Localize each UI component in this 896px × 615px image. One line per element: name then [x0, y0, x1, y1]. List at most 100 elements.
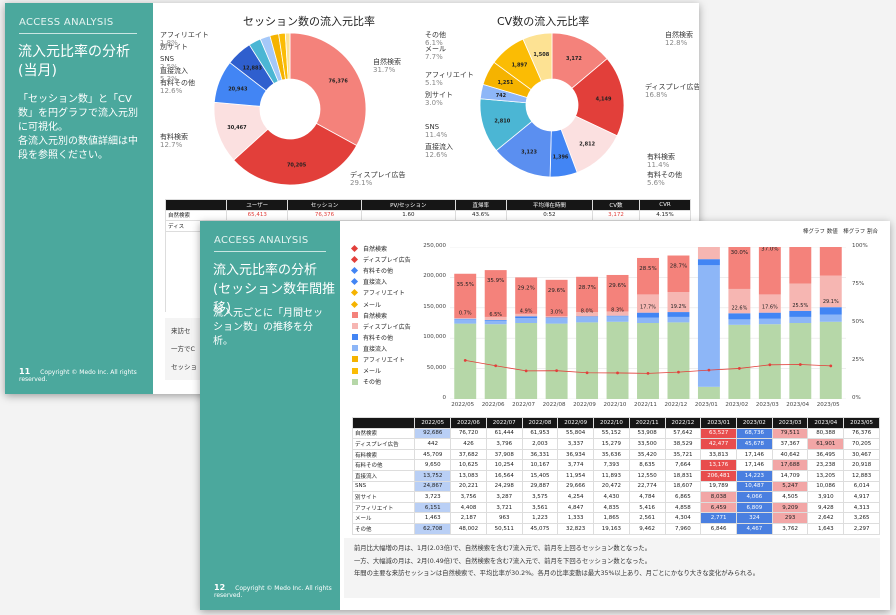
- sessions-stacked-bar-chart: 35.5% 0.7% 35.9% 6.5% 29.2% 4.9% 29.6% 3.0% 28.7…: [450, 247, 846, 399]
- x-tick-label: 2022/08: [542, 402, 566, 408]
- legend-item[interactable]: 直接流入: [352, 343, 411, 354]
- table-cell: 11,954: [557, 469, 595, 482]
- bar-percent-label: 28.5%: [639, 266, 656, 272]
- bar-percent-label: 4.9%: [520, 308, 533, 314]
- copyright: Copyright © Medo Inc. All rights reserve…: [214, 585, 332, 599]
- pie-callout: アフィリエイト 5.1%: [425, 71, 474, 87]
- legend-swatch-icon: [350, 256, 359, 264]
- table-cell: 自然検索: [164, 209, 228, 222]
- table-cell: 6,809: [735, 501, 773, 514]
- pie-callout: 直接流入 12.6%: [425, 143, 453, 159]
- table-header-row: 2022/05 2022/06 2022/07 2022/08 2022/09 2022/…: [351, 417, 880, 429]
- table-cell: 35,636: [593, 448, 630, 461]
- table-cell: 45,075: [521, 522, 559, 535]
- callout-name: SNS: [425, 123, 440, 131]
- bar-segment: [637, 312, 659, 318]
- table-header-cell: [351, 417, 416, 429]
- pie-callout: 有料検索 12.7%: [160, 133, 188, 149]
- table-cell: 32,823: [557, 522, 595, 535]
- callout-percent: 29.1%: [350, 179, 373, 187]
- legend-swatch-icon: [352, 334, 358, 341]
- pie-callout: 有料検索 11.4%: [647, 153, 675, 169]
- chart-title-sessions: セッション数の流入元比率: [243, 15, 375, 28]
- table-cell: 17,146: [735, 459, 773, 471]
- callout-percent: 16.8%: [645, 91, 668, 99]
- legend-item[interactable]: 自然検索: [352, 310, 411, 321]
- bar-percent-label: 28.7%: [578, 285, 595, 291]
- table-cell: 3,910: [807, 491, 845, 503]
- table-cell: 17,688: [771, 459, 809, 471]
- bar-segment: [545, 323, 568, 399]
- table-cell: 55,152: [593, 427, 630, 440]
- pie-callout: 自然検索 31.7%: [373, 58, 401, 74]
- table-cell: 5,247: [771, 480, 809, 493]
- bar-percent-label: 35.5%: [456, 282, 473, 288]
- legend-item[interactable]: 直接流入: [350, 276, 411, 287]
- bar-segment: [728, 324, 751, 399]
- table-cell: 8,635: [628, 459, 666, 471]
- slice-value-label: 1,508: [533, 52, 549, 58]
- legend-item[interactable]: 自然検索: [350, 243, 411, 254]
- table-cell: 65,413: [226, 209, 289, 222]
- legend-item[interactable]: メール: [352, 365, 411, 376]
- table-row: その他 62,708 48,002 50,511 45,075 32,823 19,163 9…: [351, 522, 880, 535]
- table-cell: 4,408: [450, 501, 487, 514]
- callout-name: 自然検索: [373, 58, 401, 66]
- legend-item[interactable]: ディスプレイ広告: [352, 321, 411, 332]
- legend-label: 自然検索: [363, 246, 388, 254]
- bar-segment: [758, 318, 781, 325]
- y2-tick-label: 75%: [852, 281, 865, 287]
- chart-mode-toggle[interactable]: 棒グラフ 数値 棒グラフ 割合: [803, 227, 878, 235]
- legend-item[interactable]: メール: [350, 298, 411, 309]
- table-cell: 14,223: [735, 469, 773, 482]
- bar-segment: [697, 247, 720, 260]
- slide-12: ACCESS ANALYSIS 流入元比率の分析 (セッション数年間推移) 流入…: [200, 221, 890, 610]
- bar-segment: [484, 320, 507, 325]
- table-cell: 2,003: [521, 438, 559, 450]
- callout-name: その他: [425, 31, 446, 39]
- pie-callout: ディスプレイ広告 29.1%: [350, 171, 406, 187]
- callout-percent: 3.0%: [425, 99, 443, 107]
- slice-value-label: 2,810: [494, 118, 510, 124]
- y2-tick-label: 0%: [852, 395, 861, 401]
- table-cell: 4,858: [664, 501, 702, 514]
- legend-item[interactable]: その他: [352, 376, 411, 387]
- legend-label: 有料その他: [363, 334, 394, 342]
- table-row: アフィリエイト 6,151 4,408 3,721 3,561 4,847 4,835 5,4…: [351, 501, 880, 514]
- trend-point: [494, 364, 498, 368]
- table-cell: 7,960: [664, 522, 702, 535]
- table-cell: 6,459: [700, 501, 737, 514]
- legend-item[interactable]: 有料その他: [352, 332, 411, 343]
- bar-percent-label: 17.7%: [640, 305, 656, 311]
- legend-label: 自然検索: [363, 312, 388, 320]
- table-header-cell: 2023/04: [807, 417, 845, 429]
- slice-value-label: 3,172: [566, 56, 582, 62]
- table-header-cell: 2022/09: [557, 417, 595, 429]
- table-cell: 43.6%: [454, 209, 507, 222]
- table-cell: 3,337: [557, 438, 595, 450]
- bar-segment: [454, 318, 477, 319]
- x-tick-label: 2022/12: [664, 402, 688, 408]
- bar-segment: [789, 316, 812, 323]
- legend-item[interactable]: 有料その他: [350, 265, 411, 276]
- bar-percent-label: 29.6%: [548, 288, 565, 294]
- table-cell: 4,847: [557, 501, 595, 514]
- table-cell: 20,472: [593, 480, 630, 493]
- legend-item[interactable]: アフィリエイト: [352, 354, 411, 365]
- table-cell: 2,297: [843, 522, 880, 535]
- table-cell: 0:52: [505, 209, 593, 222]
- legend-item[interactable]: ディスプレイ広告: [350, 254, 411, 265]
- legend-swatch-icon: [350, 267, 359, 275]
- y-tick-label: 100,000: [423, 334, 446, 341]
- slide-sidebar: ACCESS ANALYSIS 流入元比率の分析 (当月) 「セッション数」と「…: [5, 3, 153, 394]
- table-header-cell: 2023/05: [843, 417, 880, 429]
- table-header-cell: 2023/02: [735, 417, 773, 429]
- legend-label: アフィリエイト: [363, 356, 405, 364]
- legend-item[interactable]: アフィリエイト: [350, 287, 411, 298]
- legend-swatch-icon: [350, 300, 359, 308]
- bar-percent-label: 3.0%: [550, 310, 563, 316]
- table-cell: 10,487: [735, 480, 773, 493]
- slice-value-label: 3,123: [521, 150, 537, 156]
- trend-point: [798, 363, 802, 366]
- bar-segment: [728, 313, 751, 320]
